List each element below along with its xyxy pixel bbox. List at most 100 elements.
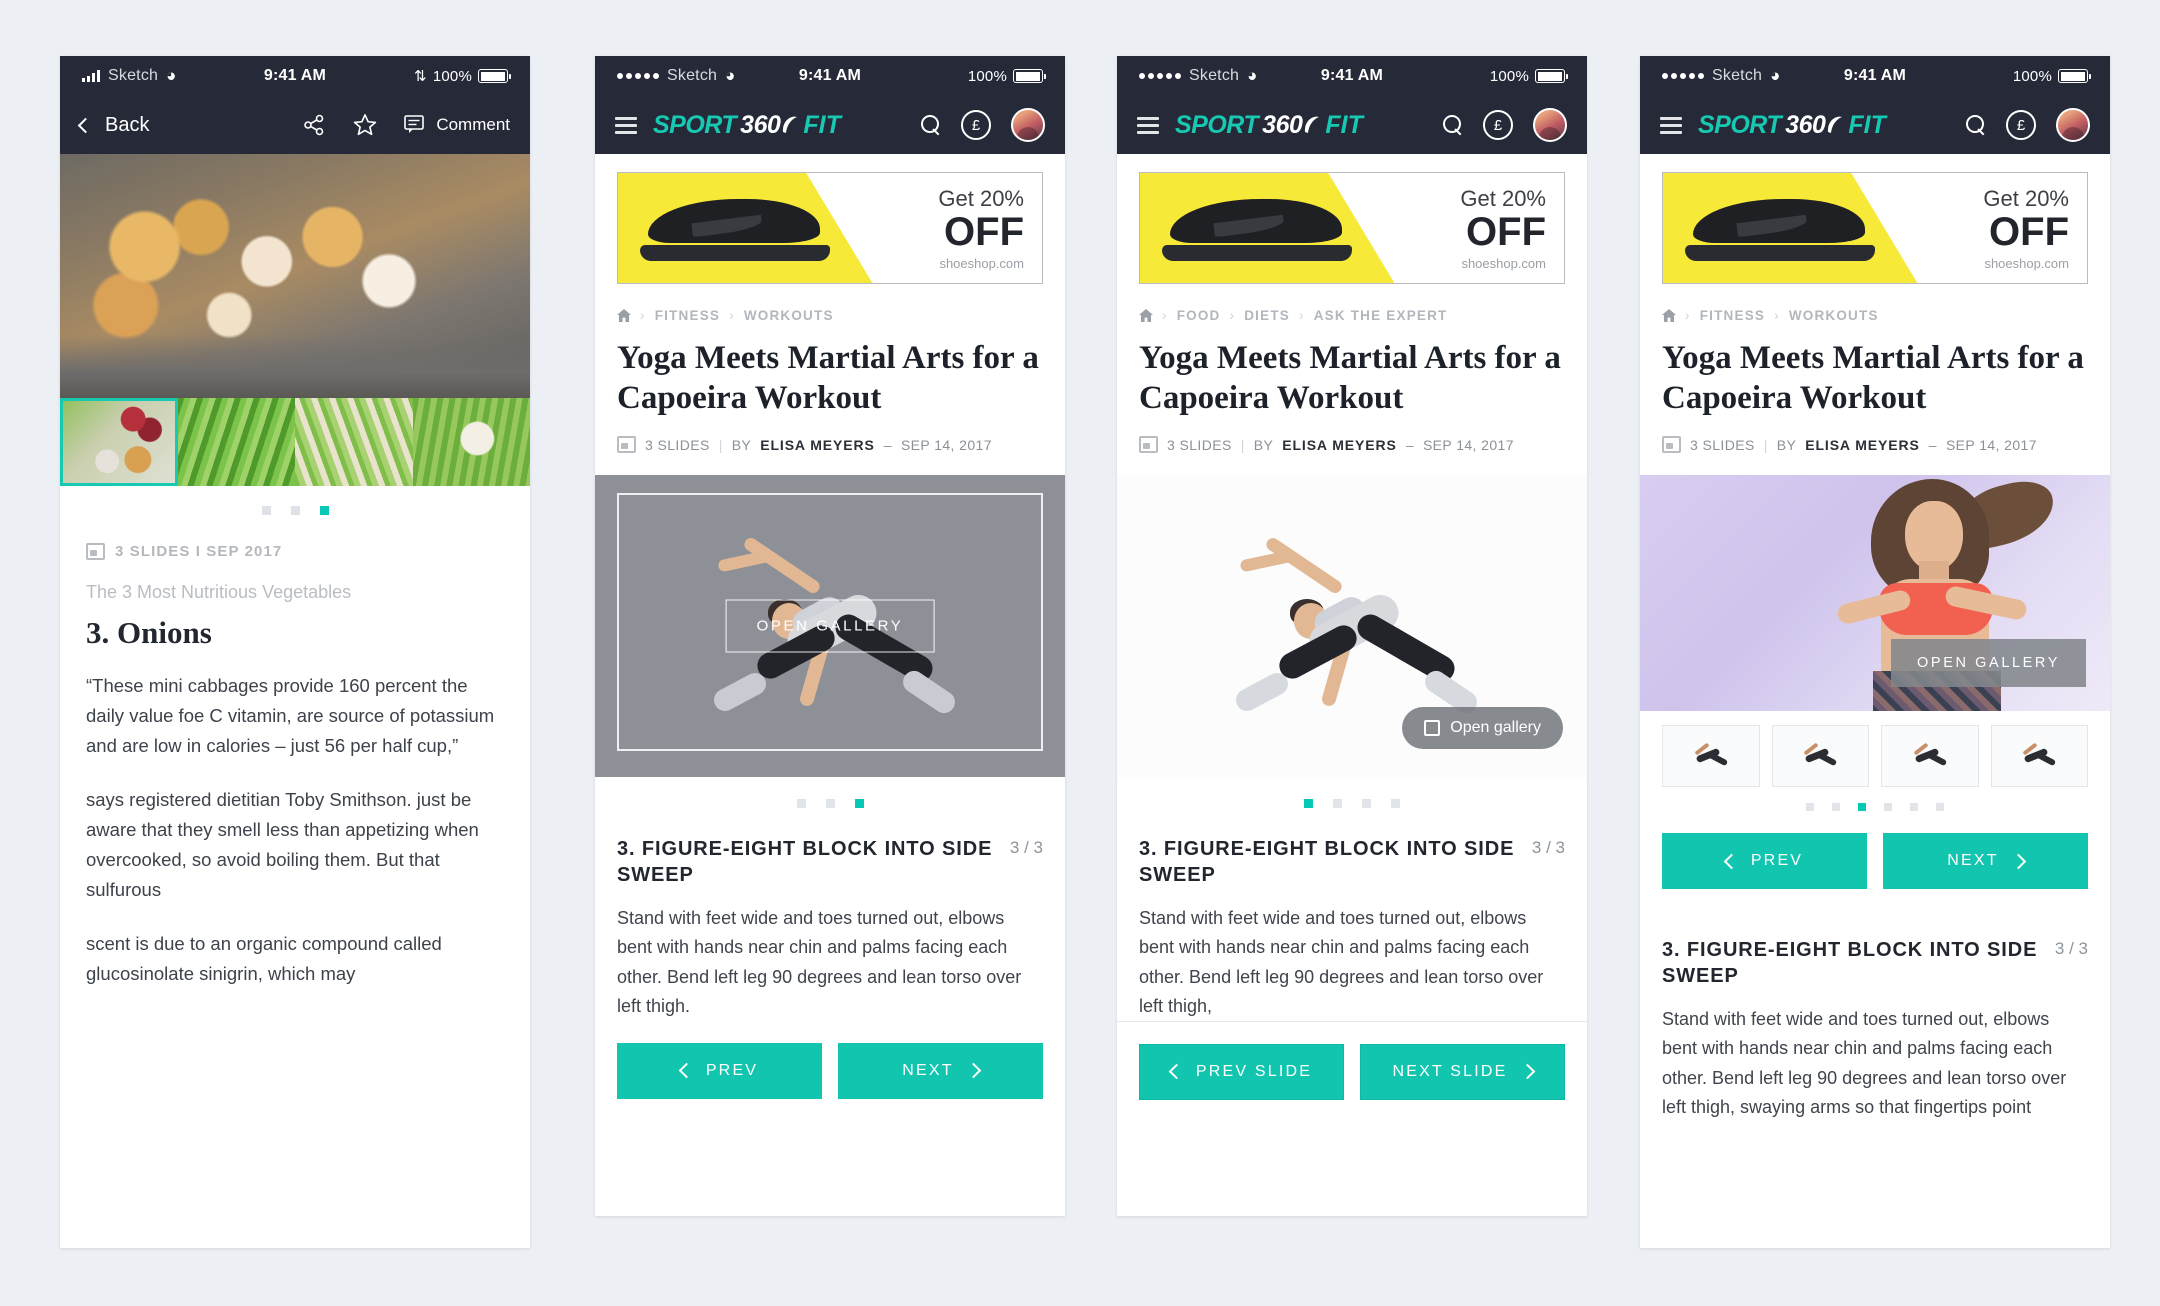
bluetooth-icon: ⇅ [414, 68, 427, 85]
thumbnail-scallions[interactable] [177, 398, 295, 486]
pager-dot[interactable] [1910, 803, 1918, 812]
breadcrumb-item-ask-the-expert[interactable]: ASK THE EXPERT [1314, 308, 1448, 323]
next-slide-button[interactable]: NEXT SLIDE [1360, 1043, 1565, 1100]
avatar[interactable] [2056, 108, 2090, 142]
favorite-button[interactable] [352, 112, 378, 138]
hamburger-menu-icon[interactable] [615, 116, 637, 134]
pager-dot-active[interactable] [854, 799, 864, 809]
publish-date: SEP 14, 2017 [1945, 436, 2037, 453]
search-icon[interactable] [921, 115, 941, 135]
app-navbar: SPORT 360 FIT £ [1640, 96, 2110, 154]
slides-icon [617, 436, 636, 454]
pager-dot[interactable] [1362, 799, 1371, 809]
pager-dot-active[interactable] [1304, 799, 1313, 809]
logo-360-text: 360 [1785, 110, 1826, 139]
prev-button[interactable]: PREV [617, 1042, 822, 1099]
battery-percent-label: 100% [2012, 67, 2052, 85]
pager-dot[interactable] [1391, 799, 1400, 809]
currency-button[interactable]: £ [2006, 110, 2036, 140]
prev-button-label: PREV [705, 1061, 759, 1079]
comment-button[interactable]: Comment [404, 114, 510, 136]
home-icon[interactable] [1662, 309, 1676, 322]
chevron-left-icon[interactable] [77, 117, 94, 133]
signal-dots-icon [617, 73, 659, 79]
status-left: Sketch ◕ [82, 66, 177, 86]
pager-dot[interactable] [1806, 803, 1814, 812]
status-right: 100% [1490, 68, 1568, 85]
slides-count-label: 3 SLIDES [645, 436, 710, 453]
open-gallery-button[interactable]: OPEN GALLERY [1891, 639, 2086, 688]
slide-description: Stand with feet wide and toes turned out… [1662, 1009, 2067, 1117]
pager-dot[interactable] [825, 799, 835, 809]
slide-caption: 3. FIGURE-EIGHT BLOCK INTO SIDE SWEEP 3 … [1640, 913, 2110, 1122]
pager-dot[interactable] [1832, 803, 1840, 812]
hero-image-onions[interactable] [60, 154, 530, 398]
pager-dot-active[interactable] [319, 506, 329, 515]
ad-banner-wrapper: Get 20% OFF shoeshop.com [1640, 154, 2110, 284]
gallery-thumbnail[interactable] [1990, 725, 2088, 788]
gallery-preview[interactable]: OPEN GALLERY [1640, 475, 2110, 712]
pager-dot[interactable] [1333, 799, 1342, 809]
breadcrumb-item-fitness[interactable]: FITNESS [1700, 308, 1765, 323]
ad-banner[interactable]: Get 20% OFF shoeshop.com [617, 172, 1043, 284]
prev-button[interactable]: PREV [1662, 833, 1867, 890]
author-name[interactable]: ELISA MEYERS [1282, 437, 1397, 453]
avatar[interactable] [1011, 108, 1045, 142]
gallery-thumbnail[interactable] [1662, 725, 1760, 788]
ad-banner[interactable]: Get 20% OFF shoeshop.com [1662, 172, 2088, 284]
author-name[interactable]: ELISA MEYERS [1805, 437, 1920, 453]
avatar[interactable] [1533, 108, 1567, 142]
breadcrumb-item-workouts[interactable]: WORKOUTS [1789, 308, 1879, 323]
publish-date: SEP 14, 2017 [900, 436, 992, 453]
battery-icon [478, 69, 511, 83]
next-button[interactable]: NEXT [838, 1042, 1043, 1099]
ad-get-label: Get 20% [1460, 185, 1546, 211]
home-icon[interactable] [1139, 309, 1153, 322]
share-button[interactable] [302, 113, 326, 137]
pager-dot-active[interactable] [1858, 803, 1866, 812]
currency-button[interactable]: £ [961, 110, 991, 140]
thumbnail-garlic[interactable] [412, 398, 530, 486]
slide-counter: 3 / 3 [2054, 939, 2088, 959]
search-icon[interactable] [1443, 115, 1463, 135]
battery-percent-label: 100% [432, 67, 472, 85]
breadcrumb: › FITNESS › WORKOUTS [595, 284, 1065, 323]
search-icon[interactable] [1966, 115, 1986, 135]
breadcrumb-item-food[interactable]: FOOD [1177, 308, 1221, 323]
thumbnail-mixed-vegetables[interactable] [60, 398, 178, 486]
thumbnail-strip [60, 398, 530, 486]
article-byline: 3 SLIDES | BY ELISA MEYERS – SEP 14, 201… [1640, 418, 2110, 475]
home-icon[interactable] [617, 309, 631, 322]
next-button[interactable]: NEXT [1883, 833, 2088, 890]
pager-dot[interactable] [1936, 803, 1944, 812]
gallery-thumbnail[interactable] [1771, 725, 1869, 788]
back-button-label[interactable]: Back [105, 114, 149, 137]
brand-logo[interactable]: SPORT 360 FIT [653, 111, 841, 140]
brand-logo[interactable]: SPORT 360 FIT [1698, 111, 1886, 140]
breadcrumb-item-diets[interactable]: DIETS [1244, 308, 1290, 323]
brand-logo[interactable]: SPORT 360 FIT [1175, 111, 1363, 140]
author-name[interactable]: ELISA MEYERS [760, 437, 875, 453]
pager-dot[interactable] [796, 799, 806, 809]
pager-dot[interactable] [1884, 803, 1892, 812]
open-gallery-button[interactable]: OPEN GALLERY [725, 599, 935, 653]
breadcrumb-item-workouts[interactable]: WORKOUTS [744, 308, 834, 323]
pager-dot[interactable] [290, 506, 300, 515]
gallery-thumbnail[interactable] [1881, 725, 1979, 788]
breadcrumb-item-fitness[interactable]: FITNESS [655, 308, 720, 323]
battery-percent-label: 100% [967, 67, 1007, 85]
gallery-preview[interactable]: Open gallery [1117, 475, 1587, 778]
pager-dot[interactable] [261, 506, 271, 515]
article-kicker: The 3 Most Nutritious Vegetables [86, 582, 352, 602]
open-gallery-button[interactable]: Open gallery [1402, 707, 1563, 750]
prev-slide-button[interactable]: PREV SLIDE [1139, 1043, 1344, 1100]
ad-banner-wrapper: Get 20% OFF shoeshop.com [1117, 154, 1587, 284]
next-slide-button-label: NEXT SLIDE [1392, 1062, 1508, 1080]
currency-button[interactable]: £ [1483, 110, 1513, 140]
thumbnail-leeks[interactable] [295, 398, 413, 486]
by-label: BY [1253, 436, 1274, 453]
hamburger-menu-icon[interactable] [1137, 116, 1159, 134]
gallery-preview[interactable]: OPEN GALLERY [595, 475, 1065, 778]
ad-banner[interactable]: Get 20% OFF shoeshop.com [1139, 172, 1565, 284]
hamburger-menu-icon[interactable] [1660, 116, 1682, 134]
